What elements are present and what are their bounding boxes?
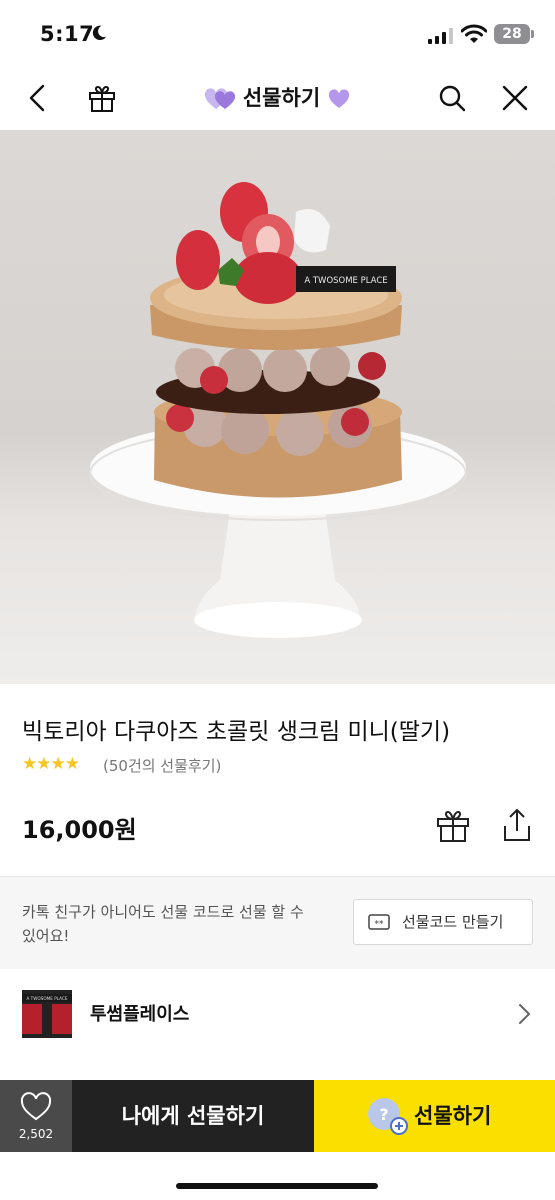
brand-row[interactable]: A TWOSOME PLACE 투썸플레이스: [0, 969, 555, 1059]
home-indicator[interactable]: [176, 1183, 378, 1189]
brand-logo: A TWOSOME PLACE: [22, 990, 72, 1038]
heart-icon: [204, 88, 235, 109]
search-icon[interactable]: [436, 82, 468, 114]
create-gift-code-button[interactable]: ** 선물코드 만들기: [353, 899, 533, 945]
gift-box-icon[interactable]: [434, 806, 472, 844]
cake-illustration: A TWOSOME PLACE: [89, 182, 467, 638]
brand-name: 투썸플레이스: [90, 1004, 190, 1025]
product-price: 16,000원: [22, 816, 137, 844]
gift-to-me-button[interactable]: 나에게 선물하기: [72, 1080, 314, 1152]
signal-icon: [428, 28, 453, 44]
create-gift-code-label: 선물코드 만들기: [402, 913, 504, 931]
brand-plate: A TWOSOME PLACE: [304, 276, 387, 286]
like-count: 2,502: [18, 1127, 54, 1141]
heart-icon: [329, 89, 350, 108]
share-icon[interactable]: [498, 806, 536, 844]
rating-stars: ★★★★: [22, 754, 80, 774]
status-bar: 5:17 28: [0, 0, 555, 68]
product-image[interactable]: A TWOSOME PLACE: [0, 130, 555, 684]
gift-code-description: 카톡 친구가 아니어도 선물 코드로 선물 할 수 있어요!: [22, 903, 304, 945]
home-indicator-area: [0, 1152, 555, 1200]
heart-outline-icon: [20, 1092, 52, 1121]
top-navigation: 선물하기: [0, 68, 555, 130]
svg-text:?: ?: [379, 1105, 388, 1124]
page-title: 선물하기: [0, 82, 555, 112]
chevron-right-icon: [519, 1004, 530, 1024]
battery-indicator: 28: [494, 24, 530, 44]
send-gift-label: 선물하기: [414, 1104, 492, 1128]
bottom-action-bar: 2,502 나에게 선물하기 ? 선물하기: [0, 1080, 555, 1152]
moon-icon: [92, 25, 107, 41]
close-icon[interactable]: [499, 82, 531, 114]
friend-gift-icon: ?: [368, 1098, 408, 1135]
page-title-text: 선물하기: [242, 86, 321, 110]
product-title: 빅토리아 다쿠아즈 초콜릿 생크림 미니(딸기): [22, 719, 451, 745]
review-count-link[interactable]: (50건의 선물후기): [103, 755, 221, 776]
brand-logo-text: A TWOSOME PLACE: [26, 996, 67, 1001]
status-time: 5:17: [40, 22, 95, 46]
ticket-icon: **: [368, 914, 390, 930]
ticket-icon-text: **: [375, 920, 385, 930]
battery-tip: [531, 30, 534, 38]
like-button[interactable]: 2,502: [0, 1080, 72, 1152]
wifi-icon: [461, 24, 487, 43]
send-gift-button[interactable]: ? 선물하기: [314, 1080, 555, 1152]
